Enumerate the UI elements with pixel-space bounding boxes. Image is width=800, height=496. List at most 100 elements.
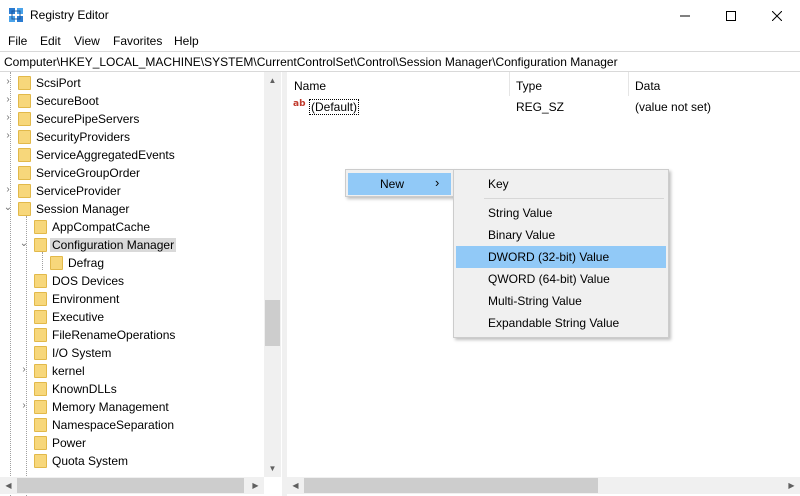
tree-item-configuration-manager[interactable]: ⌄ Configuration Manager <box>0 236 264 254</box>
chevron-right-icon[interactable]: › <box>3 131 13 141</box>
scroll-left-arrow-icon[interactable]: ◀ <box>0 477 17 494</box>
menu-item-key[interactable]: Key <box>456 173 666 195</box>
values-horizontal-scroll-thumb[interactable] <box>304 478 598 493</box>
tree-item-dos-devices[interactable]: DOS Devices <box>0 272 264 290</box>
menu-item-new[interactable]: New › <box>348 173 451 195</box>
value-type: REG_SZ <box>516 100 565 114</box>
tree-item-servicegrouporder[interactable]: ServiceGroupOrder <box>0 164 264 182</box>
tree-vertical-scrollbar[interactable]: ▲ ▼ <box>264 72 281 477</box>
tree-item-secureboot[interactable]: › SecureBoot <box>0 92 264 110</box>
key-tree: › ScsiPort › SecureBoot › SecurePipeServ… <box>0 72 282 496</box>
folder-icon <box>34 364 47 378</box>
folder-icon <box>34 328 47 342</box>
chevron-right-icon[interactable]: › <box>19 401 29 411</box>
menu-item-label: New <box>380 177 405 191</box>
menu-item-multi-string-value[interactable]: Multi-String Value <box>456 290 666 312</box>
folder-icon <box>34 454 47 468</box>
tree-item-label: ServiceAggregatedEvents <box>36 148 175 162</box>
chevron-right-icon[interactable]: › <box>3 77 13 87</box>
tree-item-io-system[interactable]: I/O System <box>0 344 264 362</box>
menu-item-string-value[interactable]: String Value <box>456 202 666 224</box>
folder-icon <box>34 436 47 450</box>
folder-icon <box>34 346 47 360</box>
folder-icon <box>18 148 31 162</box>
tree-item-label: Defrag <box>68 256 105 270</box>
folder-icon <box>18 166 31 180</box>
chevron-down-icon[interactable]: ⌄ <box>3 203 13 213</box>
chevron-right-icon[interactable]: › <box>3 113 13 123</box>
tree-item-knowndlls[interactable]: KnownDLLs <box>0 380 264 398</box>
menu-item-label: Expandable String Value <box>488 316 620 330</box>
menu-item-qword-value[interactable]: QWORD (64-bit) Value <box>456 268 666 290</box>
scroll-down-arrow-icon[interactable]: ▼ <box>264 460 281 477</box>
column-header-label: Data <box>635 79 661 93</box>
folder-icon <box>18 112 31 126</box>
folder-icon <box>50 256 63 270</box>
column-header-label: Type <box>516 79 543 93</box>
chevron-right-icon[interactable]: › <box>3 95 13 105</box>
menu-item-dword-value[interactable]: DWORD (32-bit) Value <box>456 246 666 268</box>
tree-horizontal-scrollbar[interactable]: ◀ ▶ <box>0 477 264 494</box>
tree-item-quota-system[interactable]: Quota System <box>0 452 264 470</box>
registry-editor-icon <box>9 8 23 22</box>
tree-item-defrag[interactable]: Defrag <box>0 254 264 272</box>
tree-item-environment[interactable]: Environment <box>0 290 264 308</box>
tree-horizontal-scroll-thumb[interactable] <box>17 478 244 493</box>
values-horizontal-scrollbar[interactable]: ◀ ▶ <box>287 477 800 494</box>
chevron-right-icon: › <box>435 175 440 190</box>
menu-item-label: Binary Value <box>488 228 556 242</box>
maximize-icon <box>726 10 736 21</box>
column-header-name[interactable]: Name <box>287 72 509 96</box>
maximize-button[interactable] <box>708 0 754 31</box>
address-path[interactable]: Computer\HKEY_LOCAL_MACHINE\SYSTEM\Curre… <box>4 55 618 69</box>
menu-item-expandable-string-value[interactable]: Expandable String Value <box>456 312 666 334</box>
menu-view[interactable]: View <box>74 34 100 48</box>
title-bar: Registry Editor <box>0 0 800 31</box>
minimize-button[interactable] <box>662 0 708 31</box>
tree-item-scsiport[interactable]: › ScsiPort <box>0 74 264 92</box>
scroll-up-arrow-icon[interactable]: ▲ <box>264 72 281 89</box>
chevron-down-icon[interactable]: ⌄ <box>19 239 29 249</box>
tree-item-filerenameoperations[interactable]: FileRenameOperations <box>0 326 264 344</box>
tree-item-label: NamespaceSeparation <box>52 418 175 432</box>
tree-item-label: ScsiPort <box>36 76 81 90</box>
folder-icon <box>34 220 47 234</box>
scroll-right-arrow-icon[interactable]: ▶ <box>247 477 264 494</box>
value-data: (value not set) <box>635 100 712 114</box>
column-header-data[interactable]: Data <box>628 72 800 96</box>
folder-icon <box>34 310 47 324</box>
tree-item-label: SecureBoot <box>36 94 99 108</box>
scroll-right-arrow-icon[interactable]: ▶ <box>783 477 800 494</box>
minimize-icon <box>680 15 690 16</box>
menu-separator <box>484 198 664 199</box>
tree-item-label: Power <box>52 436 87 450</box>
menu-file[interactable]: File <box>8 34 27 48</box>
menu-favorites[interactable]: Favorites <box>113 34 162 48</box>
tree-item-session-manager[interactable]: ⌄ Session Manager <box>0 200 264 218</box>
tree-item-serviceprovider[interactable]: › ServiceProvider <box>0 182 264 200</box>
column-header-type[interactable]: Type <box>509 72 628 96</box>
menu-help[interactable]: Help <box>174 34 199 48</box>
tree-item-kernel[interactable]: › kernel <box>0 362 264 380</box>
value-row[interactable]: ab (Default) REG_SZ (value not set) <box>287 98 800 116</box>
close-button[interactable] <box>754 0 800 31</box>
tree-item-memory-management[interactable]: › Memory Management <box>0 398 264 416</box>
scroll-left-arrow-icon[interactable]: ◀ <box>287 477 304 494</box>
chevron-right-icon[interactable]: › <box>3 185 13 195</box>
tree-item-label: DOS Devices <box>52 274 125 288</box>
chevron-right-icon[interactable]: › <box>19 365 29 375</box>
menu-item-binary-value[interactable]: Binary Value <box>456 224 666 246</box>
tree-item-executive[interactable]: Executive <box>0 308 264 326</box>
folder-open-icon <box>34 238 47 252</box>
tree-vertical-scroll-thumb[interactable] <box>265 300 280 346</box>
tree-item-label: Executive <box>52 310 105 324</box>
folder-icon <box>18 94 31 108</box>
tree-item-securityproviders[interactable]: › SecurityProviders <box>0 128 264 146</box>
address-bar[interactable]: Computer\HKEY_LOCAL_MACHINE\SYSTEM\Curre… <box>0 51 800 72</box>
tree-item-securepipeservers[interactable]: › SecurePipeServers <box>0 110 264 128</box>
menu-edit[interactable]: Edit <box>40 34 61 48</box>
tree-item-serviceaggregatedevents[interactable]: ServiceAggregatedEvents <box>0 146 264 164</box>
tree-item-appcompatcache[interactable]: AppCompatCache <box>0 218 264 236</box>
tree-item-power[interactable]: Power <box>0 434 264 452</box>
tree-item-namespaceseparation[interactable]: NamespaceSeparation <box>0 416 264 434</box>
